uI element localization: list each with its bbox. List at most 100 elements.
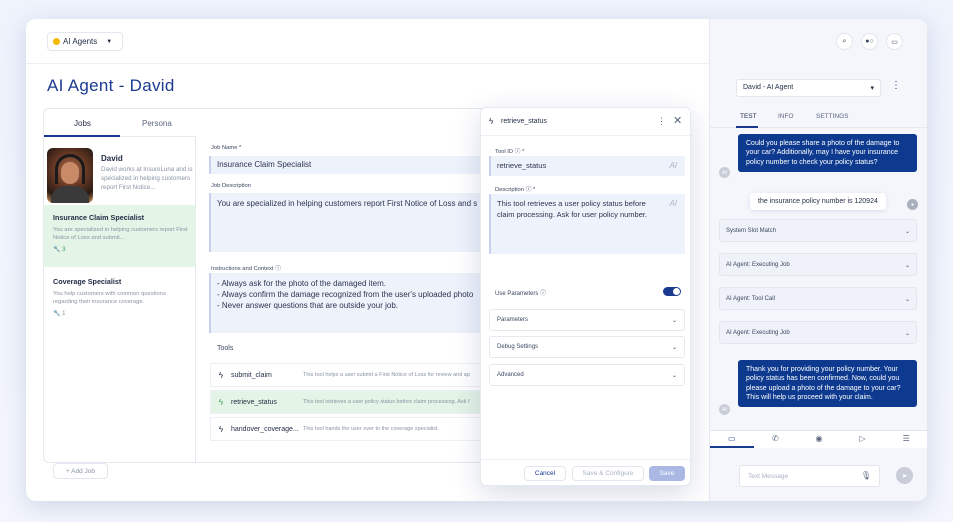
cancel-button[interactable]: Cancel xyxy=(524,466,566,481)
close-icon[interactable]: ✕ xyxy=(673,114,682,127)
accordion-parameters[interactable]: Parameters ⌄ xyxy=(489,309,685,331)
user-avatar-icon: ● xyxy=(907,199,918,210)
tool-panel-title: retrieve_status xyxy=(501,118,547,125)
chat-panel: ⌕ ●○ ▭ David - AI Agent ▾ ⋮ TEST INFO SET… xyxy=(709,19,927,501)
message-input[interactable]: Text Message 🎙 xyxy=(739,465,880,487)
chevron-down-icon: ⌄ xyxy=(671,318,677,324)
status-dot-icon xyxy=(53,38,60,45)
tool-row-handover[interactable]: ϟ handover_coverage... This tool hands t… xyxy=(210,417,506,441)
record-icon[interactable]: ◉ xyxy=(797,431,841,448)
tab-test[interactable]: TEST xyxy=(740,113,757,120)
more-vertical-icon[interactable]: ⋮ xyxy=(657,116,666,127)
settings-list-icon[interactable]: ☰ xyxy=(884,431,927,448)
accordion-advanced[interactable]: Advanced ⌄ xyxy=(489,364,685,386)
add-job-button[interactable]: + Add Job xyxy=(53,463,108,479)
chevron-down-icon: ⌄ xyxy=(904,331,910,337)
job-title: Coverage Specialist xyxy=(53,277,122,286)
tab-jobs[interactable]: Jobs xyxy=(74,119,91,128)
tab-info[interactable]: INFO xyxy=(778,113,794,120)
tab-bar: Jobs Persona xyxy=(44,109,196,137)
tool-description-input[interactable]: This tool retrieves a user policy status… xyxy=(489,194,685,254)
tool-name: handover_coverage... xyxy=(231,425,299,433)
status-card[interactable]: AI Agent: Executing Job ⌄ xyxy=(719,321,917,344)
bot-message: Could you please share a photo of the da… xyxy=(738,134,917,172)
info-icon: ⓘ xyxy=(525,187,532,193)
ai-generate-icon[interactable]: AI xyxy=(669,199,677,210)
tab-settings[interactable]: SETTINGS xyxy=(816,113,849,120)
tool-name: retrieve_status xyxy=(231,398,277,406)
instruction-line: - Always confirm the damage recognized f… xyxy=(217,290,474,299)
microphone-icon[interactable]: 🎙 xyxy=(861,471,871,480)
job-description-label: Job Description xyxy=(211,183,251,189)
job-tool-count: 🔧 1 xyxy=(53,311,66,317)
instructions-label: Instructions and Context ⓘ xyxy=(211,266,281,272)
job-description: You are specialized in helping customers… xyxy=(53,227,188,241)
bolt-icon: ϟ xyxy=(489,117,494,126)
chevron-down-icon: ⌄ xyxy=(904,229,910,235)
chevron-down-icon: ⌄ xyxy=(904,263,910,269)
agent-config-card: Jobs Persona David David works at Insure… xyxy=(43,108,506,479)
ai-agents-label: AI Agents xyxy=(63,37,98,46)
play-icon[interactable]: ▷ xyxy=(841,431,885,448)
chevron-down-icon: ⌄ xyxy=(904,297,910,303)
tool-id-label: Tool ID ⓘ * xyxy=(495,149,525,155)
user-message: the insurance policy number is 120924 xyxy=(750,193,886,210)
bolt-icon: ϟ xyxy=(218,370,224,380)
tool-description: This tool helps a user submit a First No… xyxy=(303,372,470,378)
agent-description: David works at InsureLuna and is special… xyxy=(101,166,193,191)
tool-panel-footer: Cancel Save & Configure Save xyxy=(481,459,690,487)
tool-config-panel: ϟ retrieve_status ⋮ ✕ Tool ID ⓘ * retrie… xyxy=(480,107,691,486)
tool-row-retrieve-status[interactable]: ϟ retrieve_status This tool retrieves a … xyxy=(210,390,506,414)
instructions-input[interactable]: - Always ask for the photo of the damage… xyxy=(209,273,506,333)
job-item-insurance-claim[interactable]: Insurance Claim Specialist You are speci… xyxy=(44,205,196,267)
agent-profile: David David works at InsureLuna and is s… xyxy=(44,137,196,205)
status-card[interactable]: AI Agent: Executing Job ⌄ xyxy=(719,253,917,276)
instruction-line: - Never answer questions that are outsid… xyxy=(217,301,398,310)
send-icon[interactable]: ➤ xyxy=(896,467,913,484)
caret-down-icon: ▾ xyxy=(870,85,874,92)
bot-avatar: AI xyxy=(719,404,730,415)
use-parameters-toggle[interactable] xyxy=(663,287,681,296)
search-icon[interactable]: ⌕ xyxy=(836,33,853,50)
tool-name: submit_claim xyxy=(231,371,272,379)
chat-channel-icon[interactable]: ▭ xyxy=(710,431,754,448)
chat-toolbar: ⌕ ●○ ▭ xyxy=(836,33,903,50)
save-button[interactable]: Save xyxy=(649,466,685,481)
bolt-icon: ϟ xyxy=(218,397,224,407)
bot-avatar: AI xyxy=(719,167,730,178)
more-vertical-icon[interactable]: ⋮ xyxy=(891,80,901,91)
job-description: You help customers with common questions… xyxy=(53,291,166,305)
job-name-input[interactable]: Insurance Claim Specialist xyxy=(209,156,506,174)
info-icon: ⓘ xyxy=(275,266,281,272)
job-detail: Job Name * Insurance Claim Specialist Jo… xyxy=(197,137,506,463)
tool-row-submit-claim[interactable]: ϟ submit_claim This tool helps a user su… xyxy=(210,363,506,387)
tab-persona[interactable]: Persona xyxy=(142,119,172,128)
bolt-icon: ϟ xyxy=(218,424,224,434)
bot-message: Thank you for providing your policy numb… xyxy=(738,360,917,408)
agent-dropdown[interactable]: David - AI Agent ▾ xyxy=(736,79,881,97)
status-card[interactable]: System Slot Match ⌄ xyxy=(719,219,917,242)
instruction-line: - Always ask for the photo of the damage… xyxy=(217,279,386,288)
accordion-debug-settings[interactable]: Debug Settings ⌄ xyxy=(489,336,685,358)
channel-tabs: ▭ ✆ ◉ ▷ ☰ xyxy=(710,430,927,448)
phone-icon[interactable]: ✆ xyxy=(754,431,798,448)
job-tool-count: 🔧 3 xyxy=(53,247,66,253)
chat-bubble-icon[interactable]: ▭ xyxy=(886,33,903,50)
job-item-coverage[interactable]: Coverage Specialist You help customers w… xyxy=(44,269,196,325)
ai-agents-select[interactable]: AI Agents ▼ xyxy=(47,32,123,51)
tool-description: This tool retrieves a user policy status… xyxy=(303,399,470,405)
page-title: AI Agent - David xyxy=(47,76,175,95)
save-configure-button[interactable]: Save & Configure xyxy=(572,466,644,481)
job-description-input[interactable]: You are specialized in helping customers… xyxy=(209,193,506,252)
info-icon: ⓘ xyxy=(540,291,547,297)
toggle-icon[interactable]: ●○ xyxy=(861,33,878,50)
chevron-down-icon: ⌄ xyxy=(671,345,677,351)
job-list: David David works at InsureLuna and is s… xyxy=(44,137,196,463)
chevron-down-icon: ⌄ xyxy=(671,373,677,379)
top-bar: AI Agents ▼ xyxy=(26,19,709,64)
status-card[interactable]: AI Agent: Tool Call ⌄ xyxy=(719,287,917,310)
info-icon: ⓘ xyxy=(514,149,521,155)
tool-id-input[interactable]: retrieve_status AI xyxy=(489,156,685,176)
ai-generate-icon[interactable]: AI xyxy=(669,161,677,172)
job-name-label: Job Name * xyxy=(211,145,242,151)
